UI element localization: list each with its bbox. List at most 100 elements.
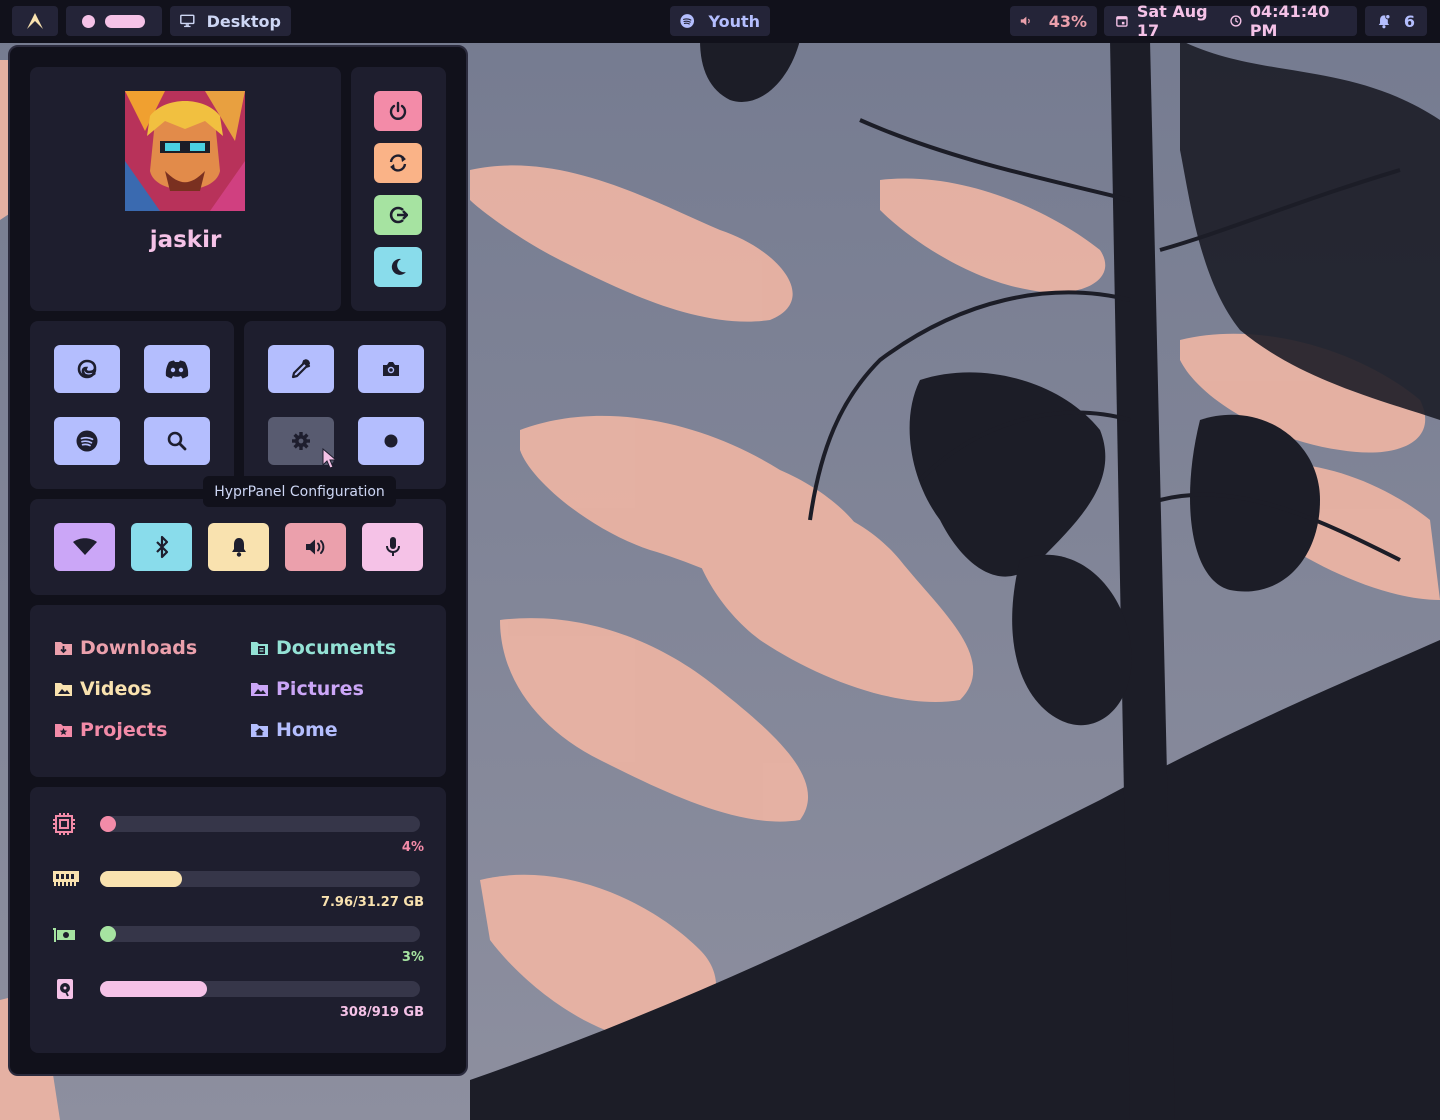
mouse-cursor xyxy=(322,448,338,469)
shutdown-button[interactable] xyxy=(374,91,422,131)
notification-count: 6 xyxy=(1403,11,1415,31)
date-label: Sat Aug 17 xyxy=(1136,2,1208,40)
documents-label: Documents xyxy=(276,637,397,659)
settings-tooltip: HyprPanel Configuration xyxy=(203,476,396,507)
username: jaskir xyxy=(149,227,222,253)
clock-icon xyxy=(1230,15,1242,27)
shortcuts-card-left xyxy=(30,321,234,489)
ram-usage-bar xyxy=(100,871,420,887)
directories-card: Downloads Videos Projects Documents Pict… xyxy=(30,605,446,777)
home-label: Home xyxy=(276,719,338,741)
cpu-usage-fill xyxy=(100,816,116,832)
restart-icon xyxy=(389,154,407,172)
dashboard-panel: jaskir Downloads Videos Projects Documen… xyxy=(8,45,468,1076)
edge-browser-button[interactable] xyxy=(54,345,120,393)
videos-label: Videos xyxy=(80,678,152,700)
folder-home-icon xyxy=(251,724,268,737)
volume-widget[interactable]: 43% xyxy=(1010,6,1097,36)
shortcuts-card-right xyxy=(244,321,446,489)
spotify-icon xyxy=(680,14,695,28)
toggles-card xyxy=(30,499,446,595)
spotify-button[interactable] xyxy=(54,417,120,465)
gpu-usage-bar xyxy=(100,926,420,942)
sleep-moon-icon xyxy=(391,258,406,275)
power-card xyxy=(351,67,446,311)
folder-video-icon xyxy=(55,683,72,696)
sleep-button[interactable] xyxy=(374,247,422,287)
power-icon xyxy=(389,101,407,120)
bell-icon xyxy=(231,538,246,557)
time-label: 04:41:40 PM xyxy=(1249,2,1330,40)
disk-usage-fill xyxy=(100,981,208,997)
wifi-icon xyxy=(72,538,97,555)
avatar[interactable] xyxy=(125,91,245,211)
downloads-label: Downloads xyxy=(80,637,198,659)
projects-folder-link[interactable]: Projects xyxy=(54,719,167,741)
ram-icon xyxy=(53,871,79,886)
ram-usage-fill xyxy=(100,871,182,887)
clock-widget[interactable]: Sat Aug 17 04:41:40 PM xyxy=(1104,2,1357,40)
search-button[interactable] xyxy=(144,417,210,465)
search-icon xyxy=(167,431,187,451)
color-picker-button[interactable] xyxy=(268,345,334,393)
gpu-usage-label: 3% xyxy=(401,950,424,965)
volume-toggle[interactable] xyxy=(285,523,346,571)
cpu-usage-label: 4% xyxy=(401,840,424,855)
folder-documents-icon xyxy=(251,642,268,655)
restart-button[interactable] xyxy=(374,143,422,183)
notifications-toggle[interactable] xyxy=(208,523,269,571)
downloads-folder-link[interactable]: Downloads xyxy=(54,637,197,659)
microphone-icon xyxy=(385,537,400,556)
gpu-usage-fill xyxy=(100,926,116,942)
notifications-widget[interactable]: 6 xyxy=(1365,6,1427,36)
volume-level: 43% xyxy=(1048,11,1087,31)
folder-pictures-icon xyxy=(251,683,268,696)
pictures-label: Pictures xyxy=(276,678,364,700)
folder-star-icon xyxy=(55,724,72,737)
pictures-folder-link[interactable]: Pictures xyxy=(250,678,364,700)
bluetooth-icon xyxy=(155,535,168,559)
workspace-dot[interactable] xyxy=(82,14,95,28)
workspaces-indicator[interactable] xyxy=(66,6,162,36)
projects-label: Projects xyxy=(80,719,168,741)
window-title-label: Desktop xyxy=(206,11,281,31)
record-button[interactable] xyxy=(358,417,424,465)
camera-icon xyxy=(383,362,399,376)
disk-icon xyxy=(57,979,73,999)
folder-download-icon xyxy=(55,642,72,655)
cpu-usage-bar xyxy=(100,816,420,832)
speaker-icon xyxy=(1020,16,1030,26)
gpu-icon xyxy=(53,928,75,942)
profile-card: jaskir xyxy=(30,67,341,311)
home-folder-link[interactable]: Home xyxy=(250,719,338,741)
discord-icon xyxy=(165,360,189,379)
cpu-icon xyxy=(53,813,75,835)
screenshot-button[interactable] xyxy=(358,345,424,393)
launcher-button[interactable] xyxy=(12,6,58,36)
microphone-toggle[interactable] xyxy=(362,523,423,571)
logout-button[interactable] xyxy=(374,195,422,235)
media-widget[interactable]: Youth xyxy=(670,6,770,36)
system-stats-card: 4% 7.96/31.27 GB 3% 308/919 GB xyxy=(30,787,446,1053)
spotify-icon xyxy=(76,430,98,452)
window-title[interactable]: Desktop xyxy=(170,6,291,36)
arch-logo-icon xyxy=(27,13,43,29)
bell-icon xyxy=(1378,13,1391,28)
settings-gear-icon xyxy=(292,432,310,450)
calendar-icon xyxy=(1116,16,1128,27)
color-picker-icon xyxy=(291,359,311,379)
discord-button[interactable] xyxy=(144,345,210,393)
disk-usage-label: 308/919 GB xyxy=(339,1005,424,1020)
active-workspace-pill[interactable] xyxy=(105,14,145,28)
bluetooth-toggle[interactable] xyxy=(131,523,192,571)
edge-browser-icon xyxy=(77,359,97,379)
monitor-icon xyxy=(180,14,195,28)
documents-folder-link[interactable]: Documents xyxy=(250,637,396,659)
wifi-toggle[interactable] xyxy=(54,523,115,571)
media-title: Youth xyxy=(708,11,760,31)
ram-usage-label: 7.96/31.27 GB xyxy=(320,895,424,910)
logout-icon xyxy=(389,206,408,224)
record-dot-icon xyxy=(384,434,398,448)
videos-folder-link[interactable]: Videos xyxy=(54,678,152,700)
top-bar: Desktop Youth 43% Sat Aug 17 04:41:40 PM… xyxy=(0,0,1440,43)
